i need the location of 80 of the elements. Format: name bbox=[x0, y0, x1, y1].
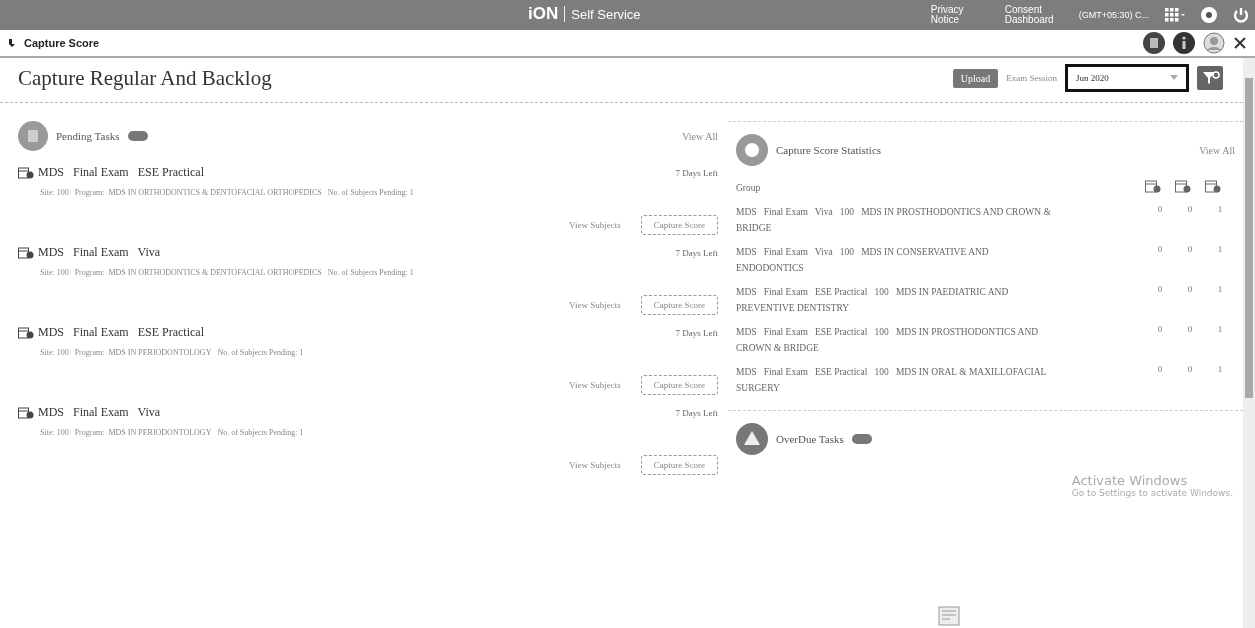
days-left: 7 Days Left bbox=[675, 247, 718, 258]
table-cell-text: 1 bbox=[1216, 204, 1224, 214]
days-left: 7 Days Left bbox=[675, 327, 718, 338]
product-name: Self Service bbox=[571, 6, 641, 22]
exam-session-label: Exam Session bbox=[1006, 73, 1057, 83]
view-all-link[interactable]: View All bbox=[682, 130, 718, 142]
user-avatar-icon[interactable] bbox=[1203, 32, 1225, 54]
table-cell-text: 0 bbox=[1156, 364, 1164, 374]
task-name: MDS Final Exam Viva bbox=[38, 405, 161, 420]
panel-title: Capture Score Statistics bbox=[776, 144, 882, 156]
scrollbar[interactable] bbox=[1243, 58, 1255, 628]
table-cell-text: 0 bbox=[1156, 284, 1164, 294]
table-cell-text: 1 bbox=[1216, 324, 1224, 334]
task-name: MDS Final Exam ESE Practical bbox=[38, 325, 204, 340]
brand-logo: iON bbox=[528, 4, 559, 24]
task-details: Site: 100 Program: MDS IN ORTHODONTICS & DENTOFACIAL ORTHOPEDICS No. of Subjects Pending: 1 bbox=[39, 188, 415, 197]
info-icon[interactable] bbox=[1173, 32, 1195, 54]
timezone-selector[interactable]: (GMT+05:30) C... bbox=[1078, 10, 1149, 20]
days-left: 7 Days Left bbox=[675, 167, 718, 178]
table-cell-text: 0 bbox=[1186, 364, 1194, 374]
caret-icon bbox=[1170, 75, 1178, 81]
activation-title: Activate Windows bbox=[1071, 473, 1189, 488]
task-details: Site: 100 Program: MDS IN PERIODONTOLOGY No. of Subjects Pending: 1 bbox=[39, 428, 305, 437]
capture-score-button[interactable]: Capture Score bbox=[640, 455, 718, 475]
table-cell-text: 0 bbox=[1186, 204, 1194, 214]
column-header: Group bbox=[736, 182, 762, 195]
table-cell-text: 0 bbox=[1156, 324, 1164, 334]
capture-score-button[interactable]: Capture Score bbox=[640, 215, 718, 235]
calendar-icon bbox=[18, 166, 34, 179]
capture-score-button[interactable]: Capture Score bbox=[640, 375, 718, 395]
breadcrumb-title: Capture Score bbox=[24, 37, 100, 49]
table-cell-text: 0 bbox=[1186, 284, 1194, 294]
activation-message: Go to Settings to activate Windows. bbox=[1071, 488, 1233, 498]
header-link[interactable]: Consent Dashboard bbox=[1004, 5, 1063, 25]
page-title: Capture Regular And Backlog bbox=[18, 65, 272, 91]
task-name: MDS Final Exam ESE Practical bbox=[38, 165, 204, 180]
table-cell-text: MDS Final Exam ESE Practical 100 MDS IN PROSTHODONTICS AND CROWN & BRIDGE bbox=[736, 326, 1040, 355]
filter-button-icon[interactable] bbox=[1197, 66, 1223, 90]
calendar-icon bbox=[1175, 180, 1191, 194]
calendar-icon bbox=[1205, 180, 1221, 194]
table-cell-text: 0 bbox=[1186, 324, 1194, 334]
task-details: Site: 100 Program: MDS IN ORTHODONTICS & DENTOFACIAL ORTHOPEDICS No. of Subjects Pending: 1 bbox=[39, 268, 415, 277]
table-cell-text: 0 bbox=[1186, 244, 1194, 254]
apps-grid-icon[interactable] bbox=[1165, 7, 1185, 23]
calendar-icon bbox=[18, 326, 34, 339]
capture-score-button[interactable]: Capture Score bbox=[640, 295, 718, 315]
close-icon[interactable] bbox=[1233, 36, 1247, 50]
back-icon[interactable] bbox=[8, 38, 16, 48]
document-icon bbox=[938, 606, 960, 626]
table-cell-text: 1 bbox=[1216, 244, 1224, 254]
view-subjects-link[interactable]: View Subjects bbox=[569, 300, 621, 310]
panel-title: Pending Tasks bbox=[56, 130, 120, 142]
view-subjects-link[interactable]: View Subjects bbox=[569, 380, 621, 390]
calendar-icon bbox=[18, 246, 34, 259]
table-cell-text: 1 bbox=[1216, 284, 1224, 294]
table-cell-text: MDS Final Exam Viva 100 MDS IN PROSTHODONTICS AND CROWN & BRIDGE bbox=[736, 206, 1052, 235]
calendar-icon bbox=[1145, 180, 1161, 194]
count-badge bbox=[127, 131, 148, 141]
table-cell-text: MDS Final Exam ESE Practical 100 MDS IN PAEDIATRIC AND PREVENTIVE DENTISTRY bbox=[736, 286, 1010, 315]
table-cell-text: 0 bbox=[1156, 204, 1164, 214]
view-subjects-link[interactable]: View Subjects bbox=[569, 460, 621, 470]
upload-button[interactable]: Upload bbox=[952, 68, 999, 88]
header-link[interactable]: Privacy Notice bbox=[930, 5, 989, 25]
table-cell-text: 1 bbox=[1216, 364, 1224, 374]
view-all-link[interactable]: View All bbox=[1199, 144, 1235, 156]
task-details: Site: 100 Program: MDS IN PERIODONTOLOGY No. of Subjects Pending: 1 bbox=[39, 348, 305, 357]
table-cell-text: MDS Final Exam ESE Practical 100 MDS IN ORAL & MAXILLOFACIAL SURGERY bbox=[736, 366, 1047, 395]
power-icon[interactable] bbox=[1233, 7, 1249, 23]
table-cell-text: MDS Final Exam Viva 100 MDS IN CONSERVATIVE AND ENDODONTICS bbox=[736, 246, 990, 275]
task-name: MDS Final Exam Viva bbox=[38, 245, 161, 260]
view-subjects-link[interactable]: View Subjects bbox=[569, 220, 621, 230]
calendar-icon bbox=[18, 406, 34, 419]
warning-icon bbox=[736, 423, 768, 455]
document-icon[interactable] bbox=[1143, 32, 1165, 54]
exam-session-select[interactable]: Jun 2020 bbox=[1065, 64, 1189, 92]
statistics-icon bbox=[736, 134, 768, 166]
days-left: 7 Days Left bbox=[675, 407, 718, 418]
panel-title: OverDue Tasks bbox=[776, 433, 844, 445]
table-cell-text: 0 bbox=[1156, 244, 1164, 254]
count-badge bbox=[851, 434, 872, 444]
